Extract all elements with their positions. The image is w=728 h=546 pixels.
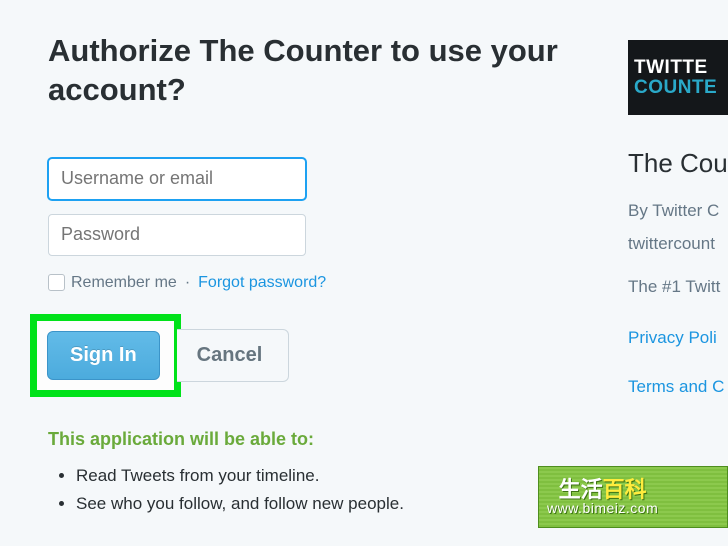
authorize-page: Authorize The Counter to use your accoun… (0, 0, 728, 519)
buttons-row: Sign In Cancel (48, 314, 588, 397)
app-name: The Cou (628, 143, 728, 185)
password-field-wrap (48, 214, 588, 256)
remember-checkbox[interactable] (48, 274, 65, 291)
password-input[interactable] (48, 214, 306, 256)
separator-dot: · (185, 274, 190, 292)
forgot-password-link[interactable]: Forgot password? (198, 274, 326, 292)
side-column: TWITTE COUNTE The Cou By Twitter C twitt… (628, 32, 728, 519)
logo-line2: COUNTE (634, 78, 728, 98)
watermark-cn2: 百科 (603, 477, 647, 502)
remember-row: Remember me · Forgot password? (48, 274, 588, 292)
app-domain: twittercount (628, 230, 728, 257)
logo-line1: TWITTE (634, 58, 728, 78)
app-logo: TWITTE COUNTE (628, 40, 728, 115)
watermark-url: www.bimeiz.com (547, 501, 658, 515)
app-description: The #1 Twitt (628, 273, 728, 300)
tutorial-highlight: Sign In (30, 314, 181, 397)
terms-link[interactable]: Terms and C (628, 373, 728, 400)
username-field-wrap (48, 158, 588, 200)
username-input[interactable] (48, 158, 306, 200)
cancel-button[interactable]: Cancel (177, 329, 290, 382)
signin-button[interactable]: Sign In (47, 331, 160, 380)
abilities-list: Read Tweets from your timeline. See who … (48, 462, 588, 520)
abilities-section: This application will be able to: Read T… (48, 429, 588, 520)
watermark: 生活百科 www.bimeiz.com (538, 466, 728, 528)
page-title: Authorize The Counter to use your accoun… (48, 32, 588, 110)
watermark-logo: 生活百科 www.bimeiz.com (547, 479, 658, 515)
main-column: Authorize The Counter to use your accoun… (48, 32, 588, 519)
list-item: See who you follow, and follow new peopl… (76, 490, 588, 519)
watermark-cn1: 生活 (559, 477, 603, 502)
privacy-policy-link[interactable]: Privacy Poli (628, 324, 728, 351)
list-item: Read Tweets from your timeline. (76, 462, 588, 491)
remember-label: Remember me (71, 274, 177, 292)
app-author: By Twitter C (628, 197, 728, 224)
abilities-heading: This application will be able to: (48, 429, 588, 450)
